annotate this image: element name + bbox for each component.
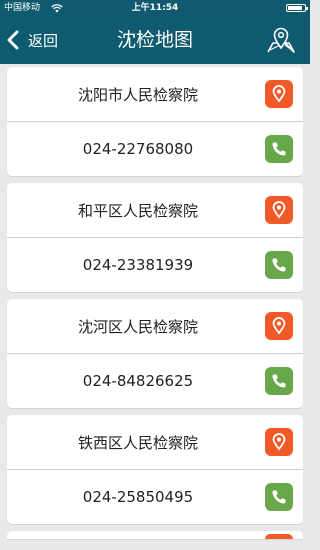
phone-number: 024-22768080 <box>82 140 194 158</box>
location-pin-icon <box>272 433 286 451</box>
phone-number: 024-23381939 <box>82 256 194 274</box>
list-item: 沈河区人民检察院 024-84826625 <box>7 299 303 408</box>
list-item-partial <box>7 531 303 539</box>
name-row[interactable]: 沈河区人民检察院 <box>7 299 303 353</box>
phone-icon <box>272 258 286 272</box>
navigation-bar: 返回 沈检地图 <box>0 16 310 64</box>
call-button[interactable] <box>265 135 293 163</box>
map-view-button[interactable] <box>266 26 296 54</box>
location-button[interactable] <box>265 80 293 108</box>
phone-icon <box>272 374 286 388</box>
list-item: 铁西区人民检察院 024-25850495 <box>7 415 303 524</box>
battery-icon <box>286 4 308 12</box>
status-bar: 中国移动 上午11:54 <box>0 0 310 16</box>
map-pin-icon <box>267 27 295 53</box>
clock: 上午11:54 <box>131 3 179 13</box>
procuratorate-name: 沈河区人民检察院 <box>77 317 198 336</box>
location-pin-icon <box>272 201 286 219</box>
procuratorate-list: 沈阳市人民检察院 024-22768080 和平区人民检察院 024-23381… <box>7 67 303 539</box>
phone-icon <box>272 142 286 156</box>
phone-number: 024-25850495 <box>82 488 194 506</box>
procuratorate-name: 沈阳市人民检察院 <box>77 85 198 104</box>
call-button[interactable] <box>265 251 293 279</box>
page-title: 沈检地图 <box>116 29 193 51</box>
procuratorate-name: 铁西区人民检察院 <box>77 433 198 452</box>
phone-icon <box>272 490 286 504</box>
location-button[interactable] <box>265 312 293 340</box>
name-row[interactable]: 沈阳市人民检察院 <box>7 67 303 121</box>
phone-number: 024-84826625 <box>82 372 194 390</box>
location-pin-icon <box>272 317 286 335</box>
location-pin-icon <box>272 85 286 103</box>
call-button[interactable] <box>265 483 293 511</box>
location-button[interactable] <box>265 534 293 539</box>
name-row[interactable]: 铁西区人民检察院 <box>7 415 303 469</box>
list-item: 和平区人民检察院 024-23381939 <box>7 183 303 292</box>
phone-row[interactable]: 024-22768080 <box>7 122 303 176</box>
phone-row[interactable]: 024-25850495 <box>7 470 303 524</box>
call-button[interactable] <box>265 367 293 395</box>
location-button[interactable] <box>265 428 293 456</box>
list-item: 沈阳市人民检察院 024-22768080 <box>7 67 303 176</box>
procuratorate-name: 和平区人民检察院 <box>77 201 198 220</box>
phone-row[interactable]: 024-23381939 <box>7 238 303 292</box>
location-button[interactable] <box>265 196 293 224</box>
name-row[interactable]: 和平区人民检察院 <box>7 183 303 237</box>
phone-row[interactable]: 024-84826625 <box>7 354 303 408</box>
